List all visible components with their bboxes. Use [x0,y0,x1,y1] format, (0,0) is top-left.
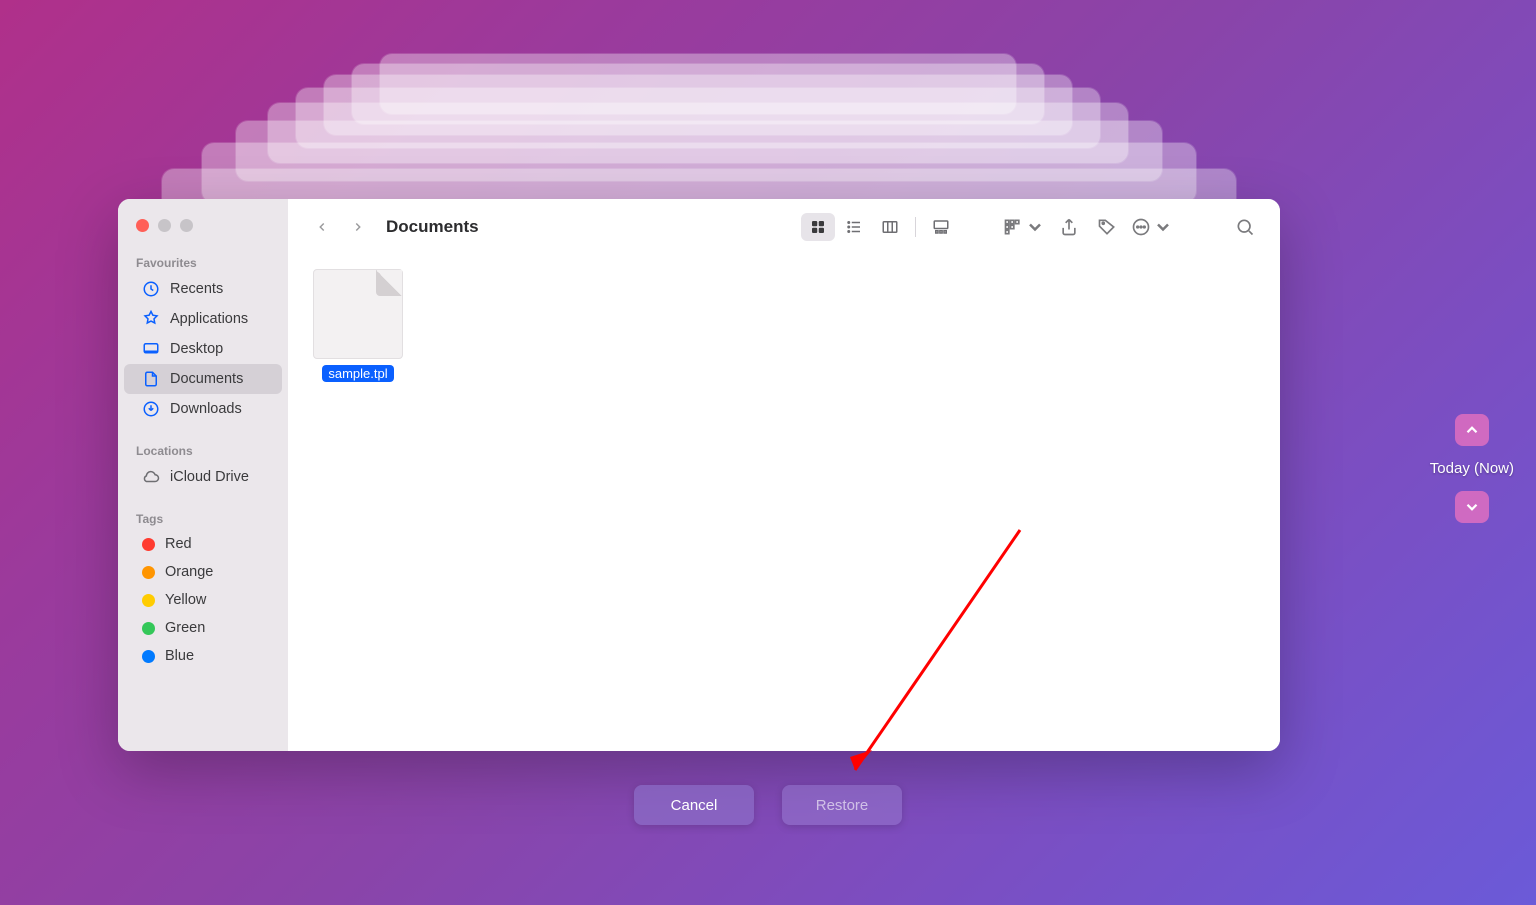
tag-dot-icon [142,650,155,663]
restore-button[interactable]: Restore [782,785,902,825]
tag-dot-icon [142,594,155,607]
maximize-button[interactable] [180,219,193,232]
file-name-label: sample.tpl [322,365,393,382]
view-mode-group [801,213,958,241]
sidebar-item-label: Desktop [170,341,223,357]
timeline-label: Today (Now) [1430,460,1514,477]
sidebar-tag-orange[interactable]: Orange [124,558,282,586]
cancel-button[interactable]: Cancel [634,785,754,825]
sidebar-tag-green[interactable]: Green [124,614,282,642]
locations-section-label: Locations [118,438,288,462]
sidebar-item-label: iCloud Drive [170,469,249,485]
desktop-icon [142,340,160,358]
nav-back-button[interactable] [308,213,336,241]
sidebar-item-label: Red [165,536,192,552]
sidebar-tag-red[interactable]: Red [124,530,282,558]
separator [915,217,916,237]
file-grid[interactable]: sample.tpl [288,255,1280,751]
more-actions-button[interactable] [1130,213,1174,241]
sidebar-item-documents[interactable]: Documents [124,364,282,394]
view-columns-button[interactable] [873,213,907,241]
timeline-down-button[interactable] [1455,491,1489,523]
file-item[interactable]: sample.tpl [308,269,408,382]
bottom-action-bar: Cancel Restore [0,785,1536,825]
sidebar-item-icloud-drive[interactable]: iCloud Drive [124,462,282,492]
sidebar-item-label: Yellow [165,592,206,608]
tag-dot-icon [142,622,155,635]
timeline-controls: Today (Now) [1430,414,1514,523]
favourites-section-label: Favourites [118,250,288,274]
share-button[interactable] [1054,213,1084,241]
tags-section-label: Tags [118,506,288,530]
sidebar-tag-blue[interactable]: Blue [124,642,282,670]
file-icon [313,269,403,359]
sidebar-item-label: Downloads [170,401,242,417]
downloads-icon [142,400,160,418]
finder-title: Documents [386,217,479,237]
sidebar-item-label: Documents [170,371,243,387]
sidebar-item-downloads[interactable]: Downloads [124,394,282,424]
finder-window: Favourites Recents Applications Desktop … [118,199,1280,751]
sidebar: Favourites Recents Applications Desktop … [118,199,288,751]
search-button[interactable] [1230,213,1260,241]
toolbar: Documents [288,199,1280,255]
sidebar-tag-yellow[interactable]: Yellow [124,586,282,614]
sidebar-item-applications[interactable]: Applications [124,304,282,334]
sidebar-item-recents[interactable]: Recents [124,274,282,304]
document-icon [142,370,160,388]
minimize-button[interactable] [158,219,171,232]
main-content: Documents [288,199,1280,751]
nav-forward-button[interactable] [344,213,372,241]
sidebar-item-label: Orange [165,564,213,580]
view-list-button[interactable] [837,213,871,241]
sidebar-item-label: Recents [170,281,223,297]
view-icons-button[interactable] [801,213,835,241]
sidebar-item-desktop[interactable]: Desktop [124,334,282,364]
cloud-icon [142,468,160,486]
clock-icon [142,280,160,298]
view-gallery-button[interactable] [924,213,958,241]
group-by-button[interactable] [1002,213,1046,241]
window-controls [118,213,288,250]
close-button[interactable] [136,219,149,232]
sidebar-item-label: Blue [165,648,194,664]
sidebar-item-label: Green [165,620,205,636]
applications-icon [142,310,160,328]
timeline-up-button[interactable] [1455,414,1489,446]
tag-dot-icon [142,566,155,579]
tags-button[interactable] [1092,213,1122,241]
tag-dot-icon [142,538,155,551]
sidebar-item-label: Applications [170,311,248,327]
